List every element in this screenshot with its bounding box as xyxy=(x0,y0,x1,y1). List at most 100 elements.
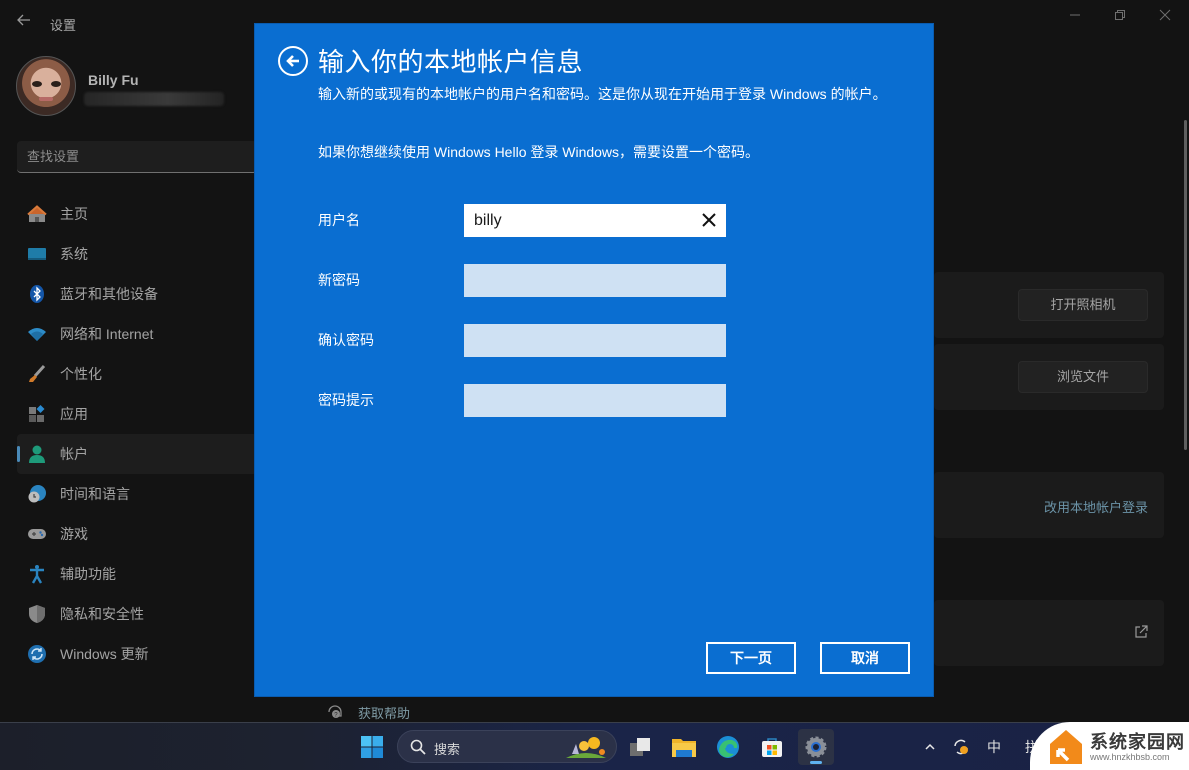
active-indicator xyxy=(17,446,20,462)
sidebar-item-home[interactable]: 主页 xyxy=(17,194,257,234)
browse-card: 浏览文件 xyxy=(934,344,1164,410)
switch-to-local-account-link[interactable]: 改用本地帐户登录 xyxy=(1044,497,1148,516)
ime-indicator[interactable]: 中 xyxy=(987,737,1001,757)
minimize-button[interactable] xyxy=(1063,6,1087,26)
taskbar-search[interactable]: 搜索 xyxy=(397,730,617,763)
username-input[interactable] xyxy=(464,204,726,237)
sidebar-item-system[interactable]: 系统 xyxy=(17,234,257,274)
wifi-icon xyxy=(26,323,48,345)
dialog-description: 输入新的或现有的本地帐户的用户名和密码。这是你从现在开始用于登录 Windows… xyxy=(318,86,887,102)
password-hint-label: 密码提示 xyxy=(318,392,374,408)
sync-tray-button[interactable] xyxy=(946,729,976,765)
arrow-left-icon xyxy=(17,14,30,26)
apps-icon xyxy=(26,403,48,425)
bluetooth-icon xyxy=(26,283,48,305)
scrollbar[interactable] xyxy=(1184,120,1187,450)
username-label: 用户名 xyxy=(318,212,360,228)
edge-button[interactable] xyxy=(710,729,746,765)
username-field[interactable] xyxy=(464,204,726,237)
password-hint-input[interactable] xyxy=(464,384,726,417)
sidebar-item-label: 帐户 xyxy=(60,446,88,462)
browse-files-button[interactable]: 浏览文件 xyxy=(1018,361,1148,393)
external-link-card[interactable] xyxy=(934,600,1164,666)
sidebar-item-time-language[interactable]: 时间和语言 xyxy=(17,474,257,514)
file-explorer-button[interactable] xyxy=(666,729,702,765)
sidebar-item-accessibility[interactable]: 辅助功能 xyxy=(17,554,257,594)
sidebar-item-privacy[interactable]: 隐私和安全性 xyxy=(17,594,257,634)
sidebar-item-label: 游戏 xyxy=(60,526,88,542)
task-view-icon xyxy=(630,738,650,756)
system-icon xyxy=(26,243,48,265)
search-highlight-flowers-icon xyxy=(566,737,606,758)
sidebar-item-personalization[interactable]: 个性化 xyxy=(17,354,257,394)
clear-username-button[interactable] xyxy=(698,209,720,231)
folder-icon xyxy=(672,739,696,757)
sidebar-item-label: Windows 更新 xyxy=(60,646,149,662)
back-button[interactable] xyxy=(16,12,34,32)
shield-icon xyxy=(26,603,48,625)
gear-icon xyxy=(805,736,827,758)
user-email-blurred xyxy=(84,92,224,106)
sidebar-item-label: 时间和语言 xyxy=(60,486,130,502)
help-icon: ? xyxy=(328,705,342,719)
restore-icon xyxy=(1115,10,1125,20)
taskbar-search-label: 搜索 xyxy=(434,742,461,757)
password-hint-field[interactable] xyxy=(464,384,726,417)
sidebar-item-label: 蓝牙和其他设备 xyxy=(60,286,158,302)
close-button[interactable] xyxy=(1153,6,1177,26)
edge-browser-icon xyxy=(717,736,739,758)
active-app-indicator xyxy=(810,761,822,764)
local-account-card: 改用本地帐户登录 xyxy=(934,472,1164,538)
sidebar-item-windows-update[interactable]: Windows 更新 xyxy=(17,634,257,674)
sidebar-item-label: 系统 xyxy=(60,246,88,262)
show-hidden-icons-button[interactable] xyxy=(916,729,944,765)
user-profile[interactable]: Billy Fu xyxy=(16,56,256,120)
accessibility-icon xyxy=(26,563,48,585)
start-button[interactable] xyxy=(354,729,390,765)
local-account-dialog: 输入你的本地帐户信息 输入新的或现有的本地帐户的用户名和密码。这是你从现在开始用… xyxy=(254,23,934,697)
close-icon xyxy=(702,213,716,227)
confirm-password-label: 确认密码 xyxy=(318,332,374,348)
settings-search[interactable] xyxy=(17,141,257,173)
sidebar-item-label: 个性化 xyxy=(60,366,102,382)
sidebar-item-accounts[interactable]: 帐户 xyxy=(17,434,257,474)
sidebar-item-gaming[interactable]: 游戏 xyxy=(17,514,257,554)
update-icon xyxy=(26,643,48,665)
new-password-input[interactable] xyxy=(464,264,726,297)
app-title: 设置 xyxy=(50,18,77,33)
open-camera-button[interactable]: 打开照相机 xyxy=(1018,289,1148,321)
new-password-label: 新密码 xyxy=(318,272,360,288)
camera-card: 打开照相机 xyxy=(934,272,1164,338)
get-help-link[interactable]: ? 获取帮助 xyxy=(326,702,410,722)
taskbar: 搜索 中 拼 xyxy=(0,722,1189,770)
new-password-field[interactable] xyxy=(464,264,726,297)
minimize-icon xyxy=(1070,14,1080,16)
confirm-password-input[interactable] xyxy=(464,324,726,357)
store-button[interactable] xyxy=(754,729,790,765)
home-icon xyxy=(26,203,48,225)
arrow-left-circle-icon xyxy=(286,55,299,67)
settings-taskbar-button[interactable] xyxy=(798,729,834,765)
store-icon xyxy=(762,738,782,757)
chevron-up-icon xyxy=(925,743,935,750)
sidebar-item-bluetooth[interactable]: 蓝牙和其他设备 xyxy=(17,274,257,314)
sidebar-item-label: 网络和 Internet xyxy=(60,326,154,342)
restore-button[interactable] xyxy=(1108,6,1132,26)
confirm-password-field[interactable] xyxy=(464,324,726,357)
sidebar-item-network[interactable]: 网络和 Internet xyxy=(17,314,257,354)
settings-search-input[interactable] xyxy=(17,141,257,172)
time-language-icon xyxy=(26,483,48,505)
sidebar-item-apps[interactable]: 应用 xyxy=(17,394,257,434)
sidebar-nav: 主页 系统 蓝牙和其他设备 网络和 Internet 个性化 应用 帐户 时间和… xyxy=(17,194,257,674)
sync-icon xyxy=(954,739,968,755)
sidebar-item-label: 辅助功能 xyxy=(60,566,116,582)
cancel-button[interactable]: 取消 xyxy=(820,642,910,674)
dialog-back-button[interactable] xyxy=(278,46,308,76)
search-icon xyxy=(410,739,426,755)
user-name: Billy Fu xyxy=(88,72,139,88)
task-view-button[interactable] xyxy=(622,729,658,765)
avatar xyxy=(16,56,76,116)
next-button[interactable]: 下一页 xyxy=(706,642,796,674)
watermark-url: www.hnzkhbsb.com xyxy=(1090,752,1170,762)
sidebar-item-label: 主页 xyxy=(60,206,88,222)
